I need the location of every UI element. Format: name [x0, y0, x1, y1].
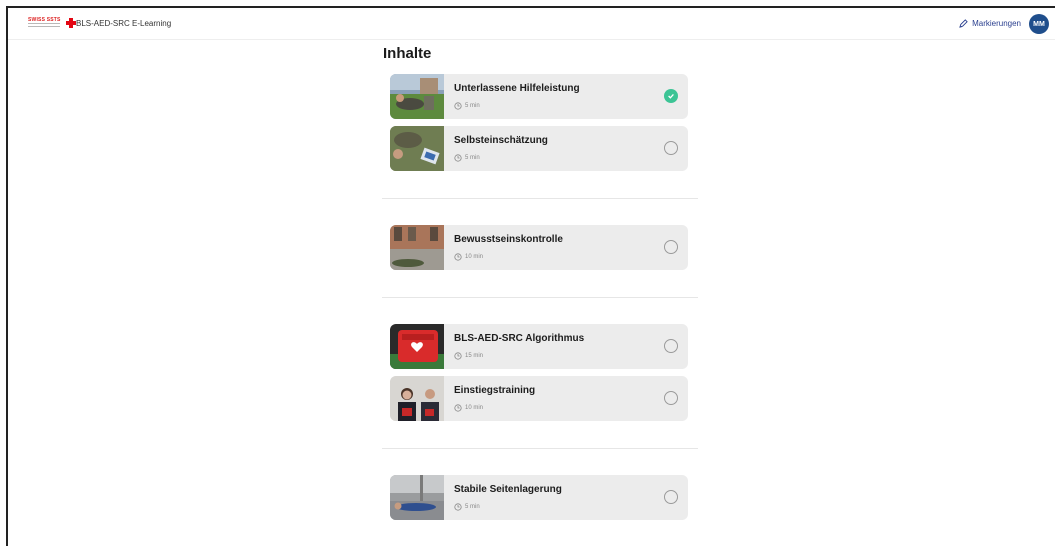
duration-text: 15 min — [465, 353, 484, 359]
lesson-duration: 5 min — [454, 102, 480, 110]
lesson-title: Unterlassene Hilfeleistung — [454, 83, 580, 94]
duration-text: 5 min — [465, 103, 480, 109]
top-header: SWISS SSTS BLS-AED-SRC E-Learning Markie… — [8, 8, 1055, 40]
duration-text: 10 min — [465, 254, 484, 260]
group-divider — [382, 297, 698, 298]
pen-icon — [959, 19, 968, 28]
aed-device-photo-icon — [390, 324, 444, 369]
duration-text: 10 min — [465, 405, 484, 411]
page-title: Inhalte — [383, 45, 432, 62]
incomplete-circle-icon — [664, 240, 678, 254]
duration-text: 5 min — [465, 504, 480, 510]
lesson-card-einstiegstraining[interactable]: Einstiegstraining 10 min — [390, 376, 688, 421]
outdoor-rescue-photo-icon — [390, 74, 444, 119]
red-cross-icon — [66, 18, 76, 28]
group-divider — [382, 448, 698, 449]
lesson-title: Stabile Seitenlagerung — [454, 484, 562, 495]
avatar[interactable]: MM — [1029, 14, 1049, 34]
lesson-card-unterlassene-hilfeleistung[interactable]: Unterlassene Hilfeleistung 5 min — [390, 74, 688, 119]
lesson-duration: 5 min — [454, 154, 480, 162]
clock-icon — [454, 503, 462, 511]
markings-link[interactable]: Markierungen — [959, 19, 1021, 28]
clock-icon — [454, 352, 462, 360]
street-person-photo-icon — [390, 225, 444, 270]
srk-logo[interactable]: SWISS SSTS — [28, 17, 76, 31]
completed-check-icon — [664, 89, 678, 103]
lesson-title: Einstiegstraining — [454, 385, 536, 396]
lesson-duration: 5 min — [454, 503, 480, 511]
lesson-duration: 10 min — [454, 253, 483, 261]
incomplete-circle-icon — [664, 490, 678, 504]
incomplete-circle-icon — [664, 141, 678, 155]
app-title: BLS-AED-SRC E-Learning — [76, 19, 172, 28]
duration-text: 5 min — [465, 155, 480, 161]
incomplete-circle-icon — [664, 339, 678, 353]
lesson-title: Bewusstseinskontrolle — [454, 234, 563, 245]
app-window: SWISS SSTS BLS-AED-SRC E-Learning Markie… — [6, 6, 1055, 546]
lesson-duration: 10 min — [454, 404, 483, 412]
lesson-duration: 15 min — [454, 352, 483, 360]
lesson-title: BLS-AED-SRC Algorithmus — [454, 333, 585, 344]
lying-person-photo-icon — [390, 126, 444, 171]
clock-icon — [454, 102, 462, 110]
clock-icon — [454, 404, 462, 412]
clock-icon — [454, 253, 462, 261]
recovery-position-photo-icon — [390, 475, 444, 520]
trainers-photo-icon — [390, 376, 444, 421]
lesson-card-selbsteinschaetzung[interactable]: Selbsteinschätzung 5 min — [390, 126, 688, 171]
lesson-card-stabile-seitenlagerung[interactable]: Stabile Seitenlagerung 5 min — [390, 475, 688, 520]
lesson-title: Selbsteinschätzung — [454, 135, 548, 146]
group-divider — [382, 198, 698, 199]
lesson-card-bewusstseinskontrolle[interactable]: Bewusstseinskontrolle 10 min — [390, 225, 688, 270]
clock-icon — [454, 154, 462, 162]
incomplete-circle-icon — [664, 391, 678, 405]
markings-label: Markierungen — [972, 19, 1021, 28]
lesson-card-bls-aed-src-algorithmus[interactable]: BLS-AED-SRC Algorithmus 15 min — [390, 324, 688, 369]
logo-lines-icon — [28, 23, 60, 29]
